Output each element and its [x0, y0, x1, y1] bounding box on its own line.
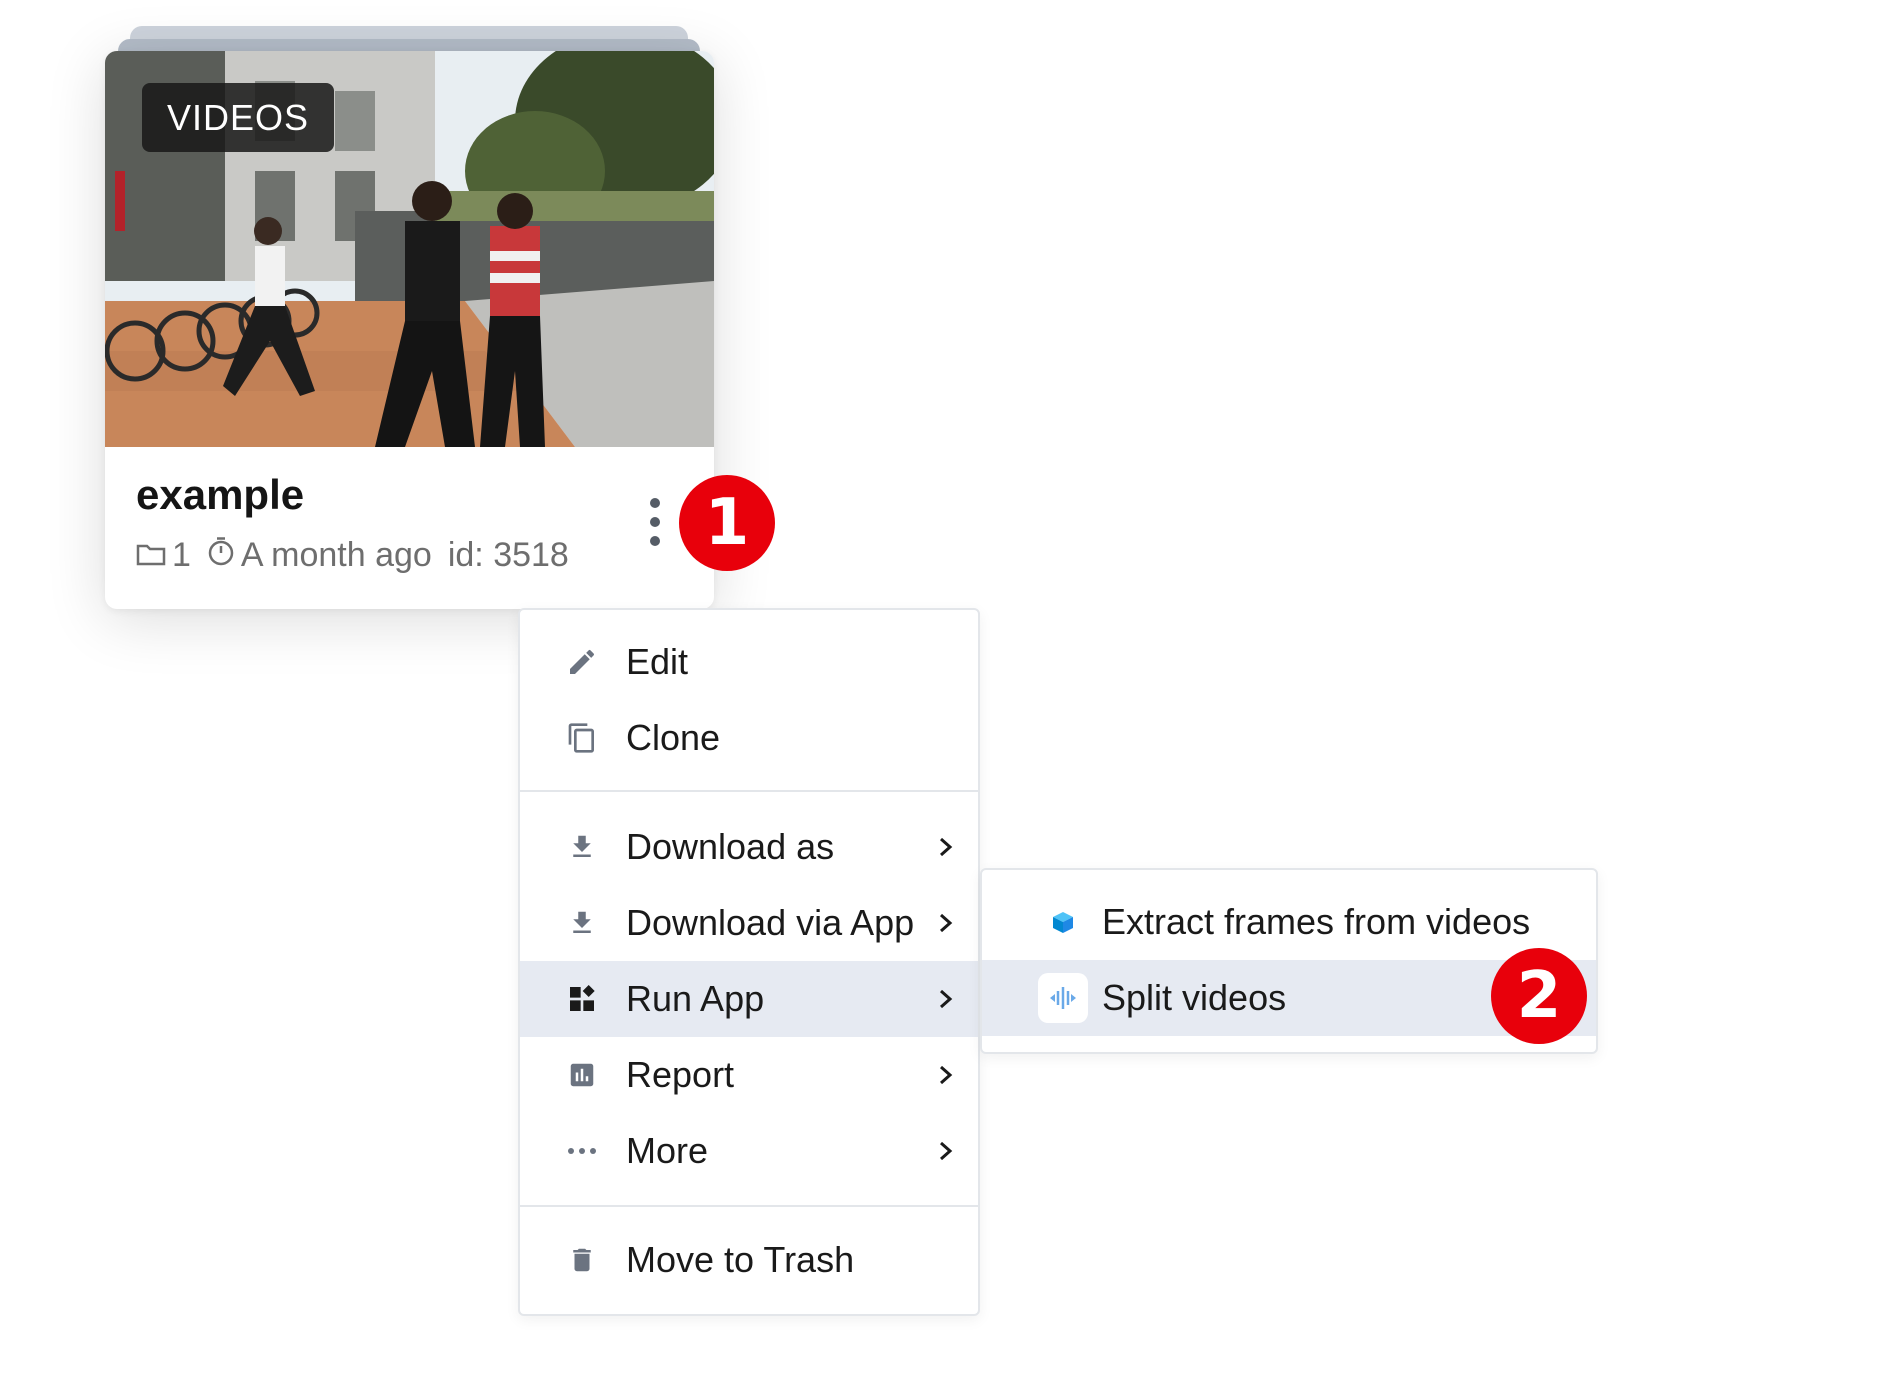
menu-item-download-via-app[interactable]: Download via App	[520, 885, 978, 961]
project-card[interactable]: VIDEOS example 1 A month ago id: 3518	[105, 51, 714, 609]
project-title[interactable]: example	[136, 471, 304, 519]
chevron-right-icon	[940, 837, 953, 857]
menu-item-label: Edit	[626, 641, 689, 682]
project-thumbnail[interactable]: VIDEOS	[105, 51, 714, 447]
submenu-item-extract-frames[interactable]: Extract frames from videos	[982, 884, 1596, 960]
datasets-count: 1	[172, 535, 191, 574]
apps-icon	[564, 981, 600, 1017]
menu-item-download-as[interactable]: Download as	[520, 809, 978, 885]
split-icon	[1038, 973, 1088, 1023]
pencil-icon	[564, 644, 600, 680]
context-menu: Edit Clone Download as Download via App …	[518, 608, 980, 1316]
menu-item-more[interactable]: More	[520, 1113, 978, 1189]
kebab-menu-icon[interactable]	[635, 492, 675, 552]
submenu-item-label: Extract frames from videos	[1102, 901, 1531, 942]
submenu-item-label: Split videos	[1102, 977, 1287, 1018]
menu-item-label: Move to Trash	[626, 1239, 855, 1280]
menu-item-clone[interactable]: Clone	[520, 700, 978, 776]
menu-item-label: Download via App	[626, 902, 915, 943]
copy-icon	[564, 720, 600, 756]
chevron-right-icon	[940, 1065, 953, 1085]
download-icon	[564, 829, 600, 865]
trash-icon	[564, 1242, 600, 1278]
menu-item-label: Run App	[626, 978, 765, 1019]
folder-icon	[136, 536, 166, 575]
menu-item-label: Download as	[626, 826, 835, 867]
menu-item-move-to-trash[interactable]: Move to Trash	[520, 1222, 978, 1298]
step-marker-1: 1	[679, 475, 775, 571]
chevron-right-icon	[940, 989, 953, 1009]
cube-icon	[1038, 897, 1088, 947]
chart-icon	[564, 1057, 600, 1093]
menu-item-edit[interactable]: Edit	[520, 624, 978, 700]
timer-icon	[207, 536, 235, 575]
project-id: id: 3518	[447, 535, 569, 574]
menu-item-report[interactable]: Report	[520, 1037, 978, 1113]
menu-divider	[520, 1205, 978, 1207]
menu-item-label: Report	[626, 1054, 735, 1095]
menu-item-label: Clone	[626, 717, 721, 758]
menu-divider	[520, 790, 978, 792]
download-icon	[564, 905, 600, 941]
menu-item-run-app[interactable]: Run App	[520, 961, 978, 1037]
chevron-right-icon	[940, 1141, 953, 1161]
step-marker-2: 2	[1491, 948, 1587, 1044]
project-meta: 1 A month ago id: 3518	[136, 533, 569, 577]
chevron-right-icon	[940, 913, 953, 933]
menu-item-label: More	[626, 1130, 709, 1171]
updated-time: A month ago	[240, 535, 432, 574]
dots-icon	[564, 1133, 600, 1169]
type-badge: VIDEOS	[142, 83, 335, 152]
